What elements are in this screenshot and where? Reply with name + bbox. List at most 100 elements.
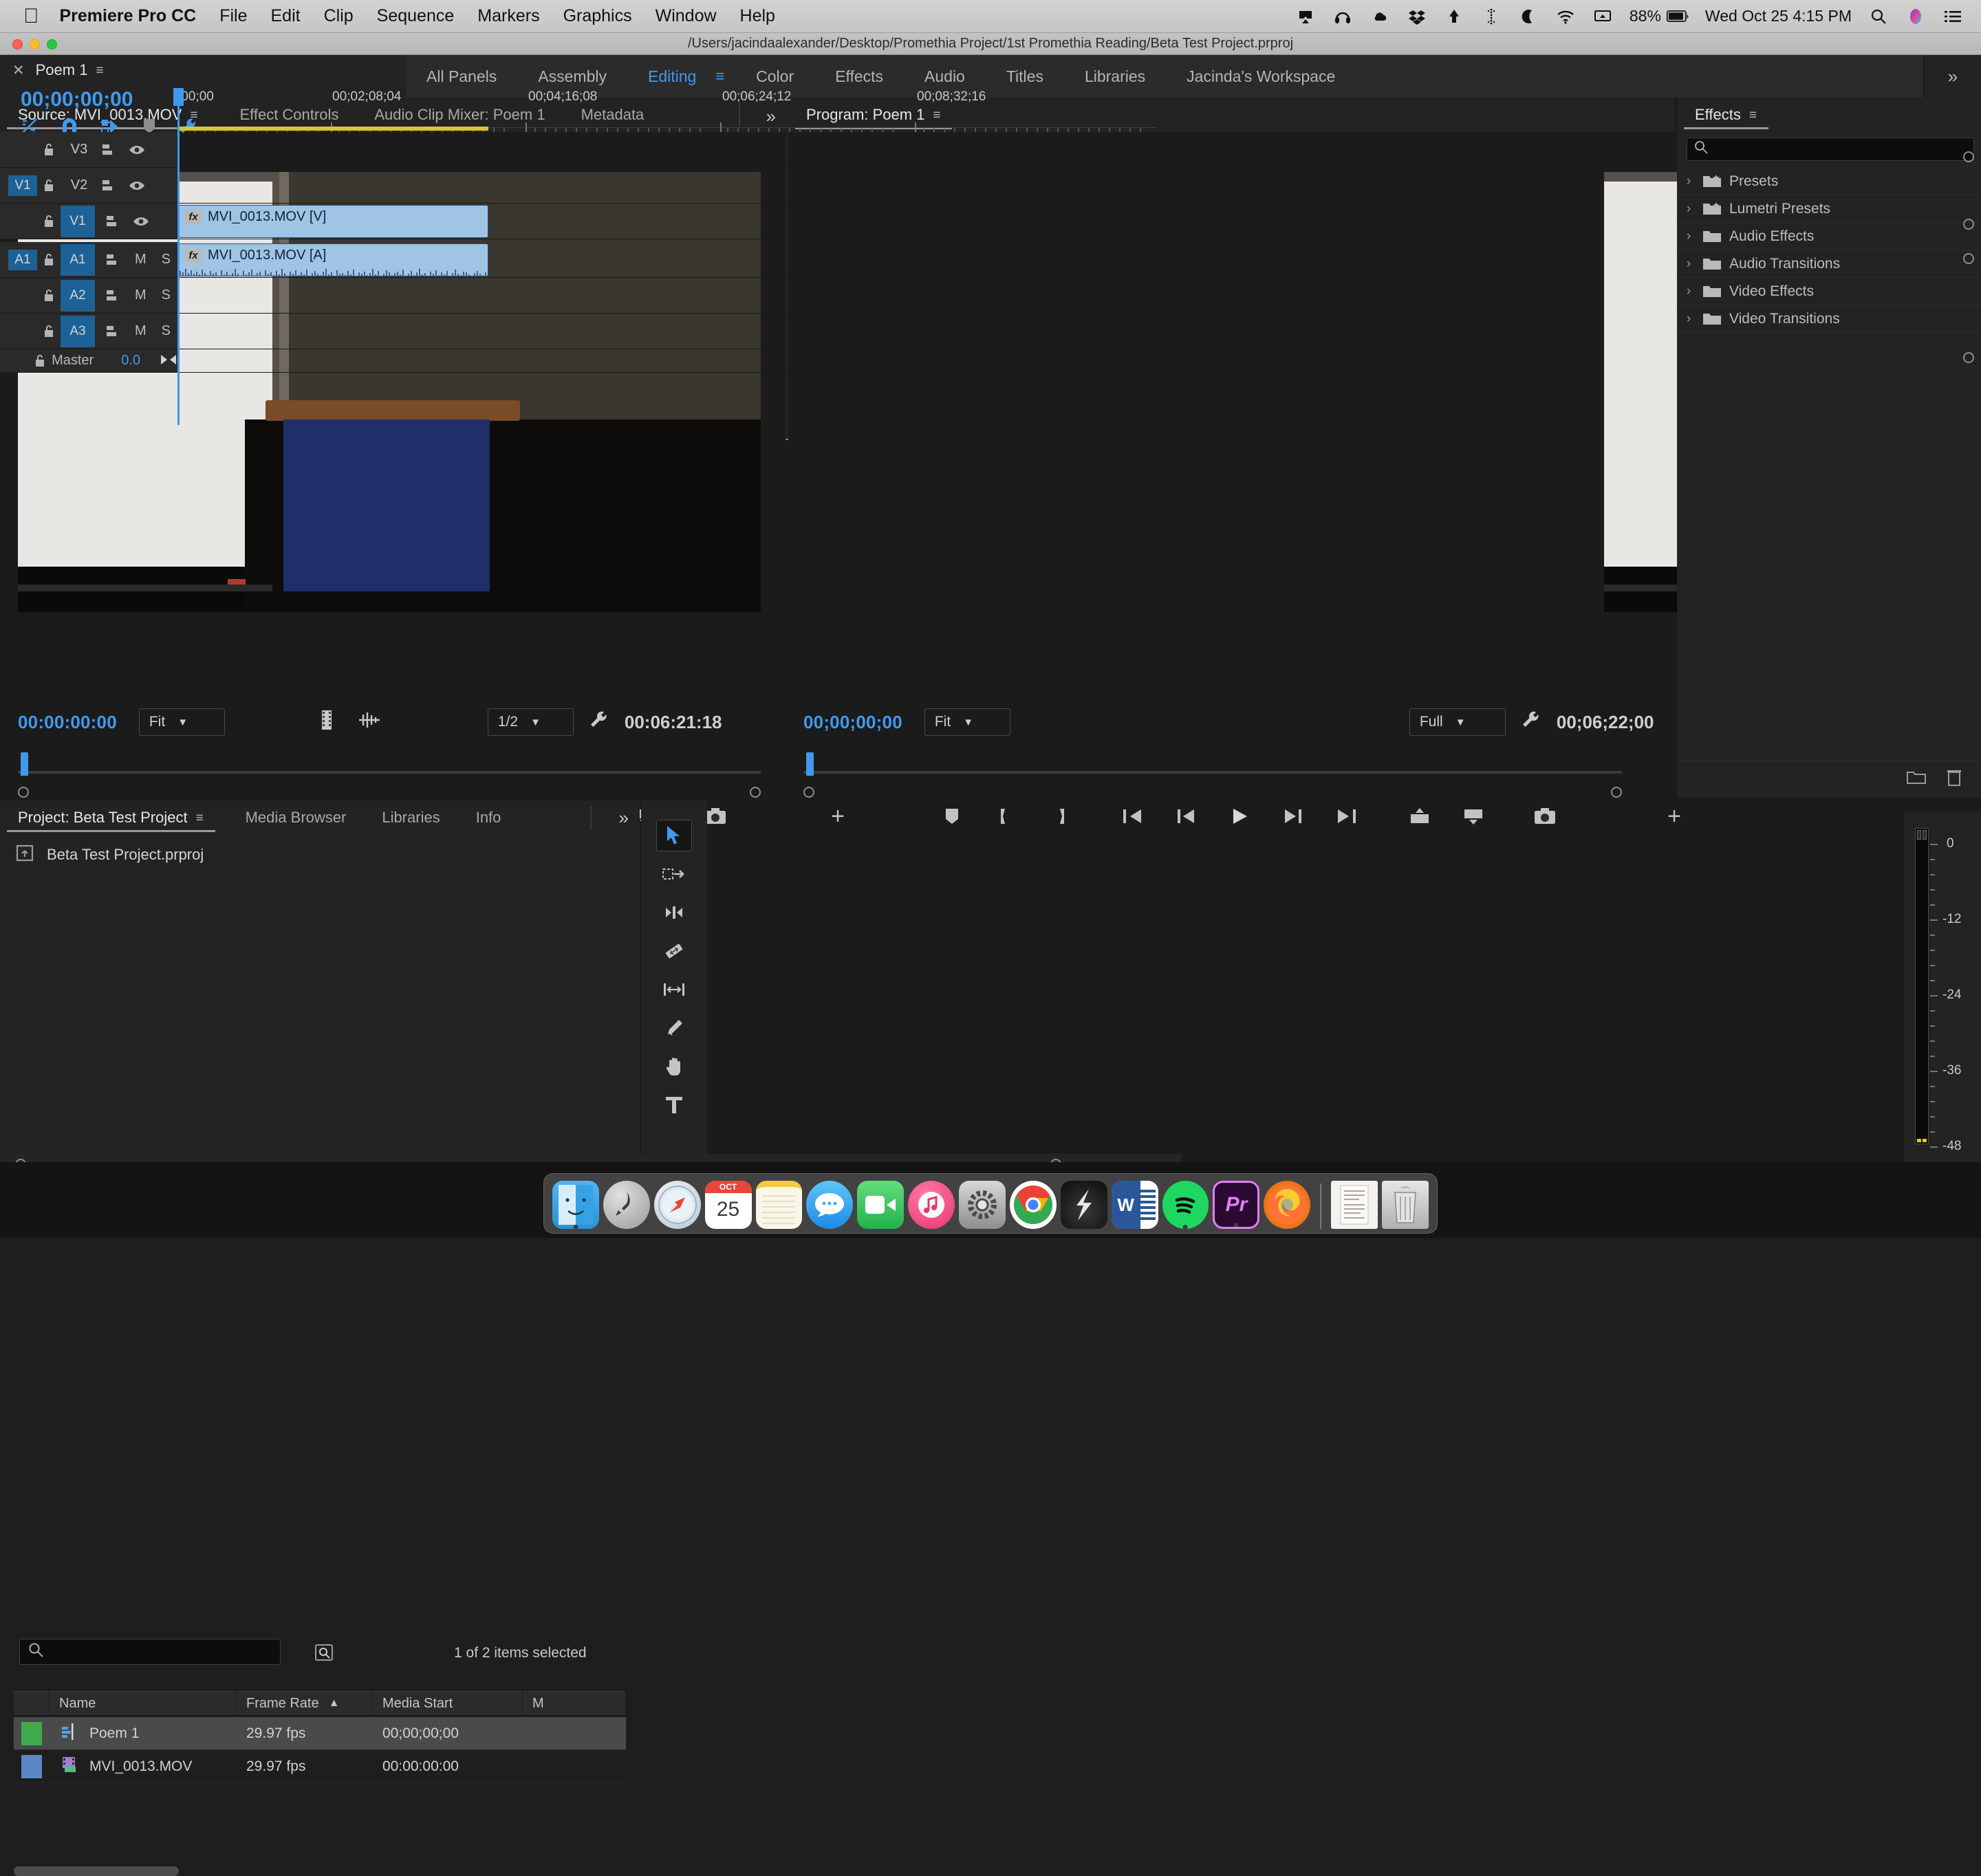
- dock-item-facetime[interactable]: [857, 1181, 904, 1229]
- program-scrubber-track[interactable]: [803, 771, 1622, 774]
- lock-track-icon[interactable]: [31, 351, 49, 371]
- sync-lock-icon[interactable]: [102, 286, 125, 305]
- source-patch-v3[interactable]: [8, 140, 37, 160]
- program-zoom-select[interactable]: Fit▼: [924, 708, 1010, 736]
- column-name-label[interactable]: Name: [50, 1691, 237, 1716]
- dock-item-documents-stack[interactable]: [1331, 1181, 1378, 1229]
- track-select-forward-tool[interactable]: [656, 858, 692, 890]
- source-settings-wrench-icon[interactable]: [589, 710, 609, 734]
- program-export-frame-camera-icon[interactable]: [1526, 800, 1564, 832]
- program-scrubber[interactable]: [803, 763, 1622, 781]
- effects-item-lumetri-presets[interactable]: › Lumetri Presets: [1677, 195, 1981, 223]
- close-window-button[interactable]: [12, 39, 23, 50]
- wifi-icon[interactable]: [1555, 6, 1576, 27]
- timeline-playhead[interactable]: [177, 88, 180, 425]
- menu-item-window[interactable]: Window: [656, 6, 717, 26]
- effects-item-video-transitions[interactable]: › Video Transitions: [1677, 305, 1981, 333]
- effects-panel-menu-icon[interactable]: ≡: [1749, 109, 1763, 122]
- master-level-value[interactable]: 0.0: [121, 353, 140, 369]
- timeline-clip-video[interactable]: fx MVI_0013.MOV [V]: [177, 205, 488, 238]
- new-custom-bin-icon[interactable]: [1907, 770, 1926, 789]
- effects-item-video-effects[interactable]: › Video Effects: [1677, 278, 1981, 305]
- source-playback-resolution-select[interactable]: 1/2▼: [488, 708, 574, 736]
- project-panel-menu-icon[interactable]: ≡: [196, 811, 210, 825]
- menu-item-file[interactable]: File: [219, 6, 247, 26]
- audio-meter-channels[interactable]: [1915, 828, 1929, 1144]
- timeline-sequence-tab[interactable]: Poem 1: [36, 61, 88, 79]
- menu-app-name[interactable]: Premiere Pro CC: [60, 6, 197, 26]
- chevron-right-icon[interactable]: ›: [1677, 257, 1700, 272]
- program-scrubber-playhead[interactable]: [806, 752, 814, 776]
- dock-item-trash[interactable]: [1382, 1181, 1429, 1229]
- dock-item-messages[interactable]: [806, 1181, 853, 1229]
- dock-item-itunes[interactable]: [908, 1181, 955, 1229]
- mute-track-button[interactable]: M: [135, 287, 147, 303]
- timeline-scroll-handle-low[interactable]: [1963, 253, 1974, 264]
- chevron-right-icon[interactable]: ›: [1677, 312, 1700, 327]
- program-button-editor-plus-icon[interactable]: +: [1655, 800, 1693, 832]
- track-name-a2[interactable]: A2: [61, 280, 95, 312]
- cloud-icon[interactable]: [1370, 6, 1390, 27]
- button-editor-plus-icon[interactable]: +: [819, 800, 857, 832]
- menu-item-edit[interactable]: Edit: [271, 6, 301, 26]
- timeline-scroll-handle-bottom[interactable]: [1963, 352, 1974, 363]
- track-name-v1[interactable]: V1: [61, 206, 95, 237]
- track-name-v2[interactable]: V2: [61, 177, 98, 193]
- siri-icon[interactable]: [1905, 6, 1926, 27]
- source-patch-a2[interactable]: [8, 285, 37, 306]
- sync-lock-icon[interactable]: [98, 140, 121, 160]
- program-go-to-out-button[interactable]: [1328, 800, 1366, 832]
- sync-lock-icon[interactable]: [102, 212, 125, 231]
- tab-info[interactable]: Info: [473, 800, 504, 835]
- tab-project[interactable]: Project: Beta Test Project ≡: [15, 800, 213, 835]
- selection-tool[interactable]: [656, 820, 692, 851]
- source-playhead-timecode[interactable]: 00:00:00:00: [18, 712, 117, 733]
- lock-track-icon[interactable]: [37, 286, 61, 305]
- timeline-clip-audio[interactable]: fx MVI_0013.MOV [A]: [177, 243, 488, 276]
- pen-tool[interactable]: [656, 1012, 692, 1044]
- project-search-input[interactable]: [49, 1644, 269, 1660]
- apple-logo-icon[interactable]: : [23, 6, 39, 27]
- effects-search-field[interactable]: [1687, 138, 1974, 161]
- menubar-clock[interactable]: Wed Oct 25 4:15 PM: [1705, 7, 1852, 25]
- track-name-v3[interactable]: V3: [61, 142, 98, 157]
- row-name-cell[interactable]: MVI_0013.MOV: [50, 1750, 237, 1783]
- table-row[interactable]: MVI_0013.MOV 29.97 fps 00:00:00:00: [14, 1750, 626, 1783]
- dock-item-calendar[interactable]: OCT 25: [705, 1181, 752, 1229]
- fx-badge-icon[interactable]: fx: [185, 210, 202, 224]
- source-patch-a3[interactable]: [8, 321, 37, 342]
- effects-item-audio-effects[interactable]: › Audio Effects: [1677, 223, 1981, 250]
- dock-item-safari[interactable]: [654, 1181, 701, 1229]
- source-patch-v1-to-v2[interactable]: V1: [8, 175, 37, 196]
- close-sequence-tab-icon[interactable]: ✕: [12, 62, 25, 79]
- source-patch-a1[interactable]: A1: [8, 250, 37, 270]
- tab-media-browser[interactable]: Media Browser: [243, 800, 349, 835]
- delete-custom-item-icon[interactable]: [1947, 769, 1962, 791]
- mute-track-button[interactable]: M: [135, 252, 147, 268]
- program-zoom-right-handle[interactable]: [1611, 787, 1622, 798]
- toggle-track-output-eye-icon[interactable]: [129, 212, 153, 231]
- column-media-start-label[interactable]: Media Start: [373, 1691, 523, 1716]
- bluetooth-icon[interactable]: [1481, 6, 1502, 27]
- solo-track-button[interactable]: S: [162, 252, 171, 268]
- program-mark-in-button[interactable]: [986, 800, 1025, 832]
- toggle-track-output-eye-icon[interactable]: [125, 176, 149, 195]
- row-name-cell[interactable]: Poem 1: [50, 1717, 237, 1750]
- lock-track-icon[interactable]: [37, 250, 61, 270]
- display-mirroring-icon[interactable]: [1592, 6, 1613, 27]
- timeline-playhead-timecode[interactable]: 00;00;00;00: [21, 88, 133, 111]
- source-select-zoom-icon[interactable]: [318, 710, 336, 734]
- program-playback-resolution-select[interactable]: Full▼: [1409, 708, 1506, 736]
- chevron-right-icon[interactable]: ›: [1677, 229, 1700, 244]
- upload-cloud-icon[interactable]: [1444, 6, 1464, 27]
- find-in-project-icon[interactable]: [313, 1641, 335, 1667]
- column-color-label[interactable]: [14, 1691, 50, 1716]
- program-mark-out-button[interactable]: [1040, 800, 1079, 832]
- program-step-forward-button[interactable]: [1274, 800, 1312, 832]
- source-patch-v1[interactable]: [8, 211, 37, 232]
- headphones-icon[interactable]: [1332, 6, 1353, 27]
- lock-track-icon[interactable]: [37, 176, 61, 195]
- menu-item-sequence[interactable]: Sequence: [377, 6, 455, 26]
- program-add-marker-button[interactable]: [933, 800, 971, 832]
- dock-item-finder[interactable]: [552, 1181, 599, 1229]
